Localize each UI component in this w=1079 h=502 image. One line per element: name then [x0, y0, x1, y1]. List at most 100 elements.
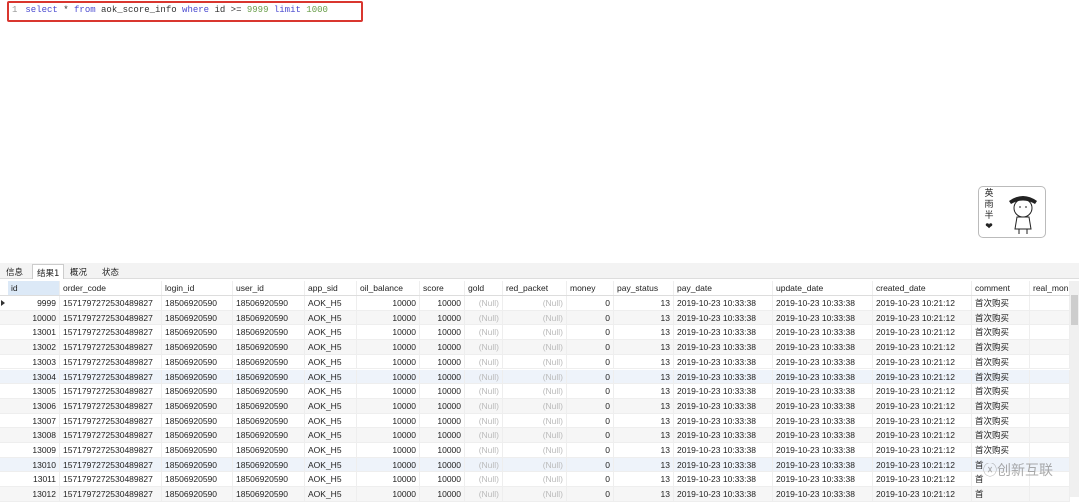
cell-app_sid[interactable]: AOK_H5: [305, 472, 357, 487]
cell-user_id[interactable]: 18506920590: [233, 443, 305, 457]
cell-login_id[interactable]: 18506920590: [162, 384, 233, 398]
tab-result1[interactable]: 结果1: [32, 264, 65, 279]
cell-score[interactable]: 10000: [420, 325, 465, 340]
sql-editor[interactable]: 1 select * from aok_score_info where id >…: [0, 0, 1079, 262]
cell-score[interactable]: 10000: [420, 472, 465, 487]
cell-login_id[interactable]: 18506920590: [162, 487, 233, 501]
cell-money[interactable]: 0: [567, 428, 614, 442]
cell-pay_date[interactable]: 2019-10-23 10:33:38: [674, 487, 773, 501]
table-row[interactable]: 13006 1571797272530489827 18506920590 18506…: [0, 398, 1070, 414]
cell-comment[interactable]: 首次购买: [972, 369, 1030, 384]
cell-red_packet[interactable]: (Null): [503, 325, 567, 340]
cell-created_date[interactable]: 2019-10-23 10:21:12: [873, 428, 972, 442]
table-row[interactable]: 13002 1571797272530489827 18506920590 18506…: [0, 340, 1070, 355]
cell-pay_date[interactable]: 2019-10-23 10:33:38: [674, 310, 773, 325]
cell-order_code[interactable]: 1571797272530489827: [60, 443, 162, 457]
cell-gold[interactable]: (Null): [465, 457, 503, 472]
cell-login_id[interactable]: 18506920590: [162, 340, 233, 354]
cell-created_date[interactable]: 2019-10-23 10:21:12: [873, 443, 972, 457]
cell-red_packet[interactable]: (Null): [503, 354, 567, 369]
cell-real_mon[interactable]: [1030, 428, 1070, 442]
cell-id[interactable]: 9999: [8, 296, 60, 310]
cell-pay_date[interactable]: 2019-10-23 10:33:38: [674, 384, 773, 398]
cell-login_id[interactable]: 18506920590: [162, 398, 233, 413]
cell-oil_balance[interactable]: 10000: [357, 428, 420, 442]
cell-real_mon[interactable]: [1030, 325, 1070, 340]
cell-comment[interactable]: 首次购买: [972, 354, 1030, 369]
cell-created_date[interactable]: 2019-10-23 10:21:12: [873, 340, 972, 354]
cell-gold[interactable]: (Null): [465, 413, 503, 428]
cell-oil_balance[interactable]: 10000: [357, 354, 420, 369]
cell-red_packet[interactable]: (Null): [503, 428, 567, 442]
cell-app_sid[interactable]: AOK_H5: [305, 487, 357, 501]
cell-login_id[interactable]: 18506920590: [162, 457, 233, 472]
cell-money[interactable]: 0: [567, 354, 614, 369]
cell-login_id[interactable]: 18506920590: [162, 325, 233, 340]
cell-red_packet[interactable]: (Null): [503, 413, 567, 428]
column-header-user_id[interactable]: user_id: [233, 281, 305, 295]
cell-user_id[interactable]: 18506920590: [233, 428, 305, 442]
cell-app_sid[interactable]: AOK_H5: [305, 354, 357, 369]
cell-login_id[interactable]: 18506920590: [162, 310, 233, 325]
cell-app_sid[interactable]: AOK_H5: [305, 457, 357, 472]
cell-user_id[interactable]: 18506920590: [233, 296, 305, 310]
cell-update_date[interactable]: 2019-10-23 10:33:38: [773, 457, 873, 472]
cell-order_code[interactable]: 1571797272530489827: [60, 472, 162, 487]
column-header-pay_status[interactable]: pay_status: [614, 281, 674, 295]
cell-score[interactable]: 10000: [420, 428, 465, 442]
vertical-scrollbar[interactable]: [1070, 281, 1079, 497]
cell-order_code[interactable]: 1571797272530489827: [60, 457, 162, 472]
cell-id[interactable]: 13005: [8, 384, 60, 398]
cell-order_code[interactable]: 1571797272530489827: [60, 354, 162, 369]
cell-user_id[interactable]: 18506920590: [233, 457, 305, 472]
cell-real_mon[interactable]: [1030, 443, 1070, 457]
cell-comment[interactable]: 首次购买: [972, 398, 1030, 413]
table-row[interactable]: 13001 1571797272530489827 18506920590 18506…: [0, 325, 1070, 341]
cell-order_code[interactable]: 1571797272530489827: [60, 428, 162, 442]
cell-order_code[interactable]: 1571797272530489827: [60, 340, 162, 354]
cell-update_date[interactable]: 2019-10-23 10:33:38: [773, 398, 873, 413]
cell-pay_status[interactable]: 13: [614, 340, 674, 354]
cell-pay_date[interactable]: 2019-10-23 10:33:38: [674, 325, 773, 340]
cell-oil_balance[interactable]: 10000: [357, 487, 420, 501]
cell-app_sid[interactable]: AOK_H5: [305, 340, 357, 354]
cell-pay_status[interactable]: 13: [614, 369, 674, 384]
cell-real_mon[interactable]: [1030, 398, 1070, 413]
tab-info[interactable]: 信息: [2, 264, 27, 279]
cell-gold[interactable]: (Null): [465, 443, 503, 457]
cell-score[interactable]: 10000: [420, 296, 465, 310]
cell-pay_date[interactable]: 2019-10-23 10:33:38: [674, 457, 773, 472]
cell-id[interactable]: 13006: [8, 398, 60, 413]
cell-comment[interactable]: 首次购买: [972, 428, 1030, 442]
cell-red_packet[interactable]: (Null): [503, 443, 567, 457]
column-header-money[interactable]: money: [567, 281, 614, 295]
cell-real_mon[interactable]: [1030, 354, 1070, 369]
scrollbar-thumb[interactable]: [1071, 295, 1078, 325]
cell-login_id[interactable]: 18506920590: [162, 369, 233, 384]
cell-id[interactable]: 13004: [8, 369, 60, 384]
column-header-red_packet[interactable]: red_packet: [503, 281, 567, 295]
cell-red_packet[interactable]: (Null): [503, 310, 567, 325]
cell-score[interactable]: 10000: [420, 384, 465, 398]
cell-money[interactable]: 0: [567, 369, 614, 384]
cell-real_mon[interactable]: [1030, 310, 1070, 325]
cell-money[interactable]: 0: [567, 472, 614, 487]
cell-pay_status[interactable]: 13: [614, 398, 674, 413]
cell-money[interactable]: 0: [567, 310, 614, 325]
cell-update_date[interactable]: 2019-10-23 10:33:38: [773, 428, 873, 442]
column-header-order_code[interactable]: order_code: [60, 281, 162, 295]
cell-created_date[interactable]: 2019-10-23 10:21:12: [873, 398, 972, 413]
cell-created_date[interactable]: 2019-10-23 10:21:12: [873, 296, 972, 310]
cell-update_date[interactable]: 2019-10-23 10:33:38: [773, 443, 873, 457]
cell-pay_status[interactable]: 13: [614, 325, 674, 340]
cell-id[interactable]: 13009: [8, 443, 60, 457]
cell-id[interactable]: 13011: [8, 472, 60, 487]
cell-money[interactable]: 0: [567, 413, 614, 428]
cell-created_date[interactable]: 2019-10-23 10:21:12: [873, 457, 972, 472]
cell-user_id[interactable]: 18506920590: [233, 325, 305, 340]
cell-money[interactable]: 0: [567, 443, 614, 457]
cell-gold[interactable]: (Null): [465, 428, 503, 442]
cell-red_packet[interactable]: (Null): [503, 472, 567, 487]
cell-comment[interactable]: 首次购买: [972, 340, 1030, 354]
cell-score[interactable]: 10000: [420, 369, 465, 384]
